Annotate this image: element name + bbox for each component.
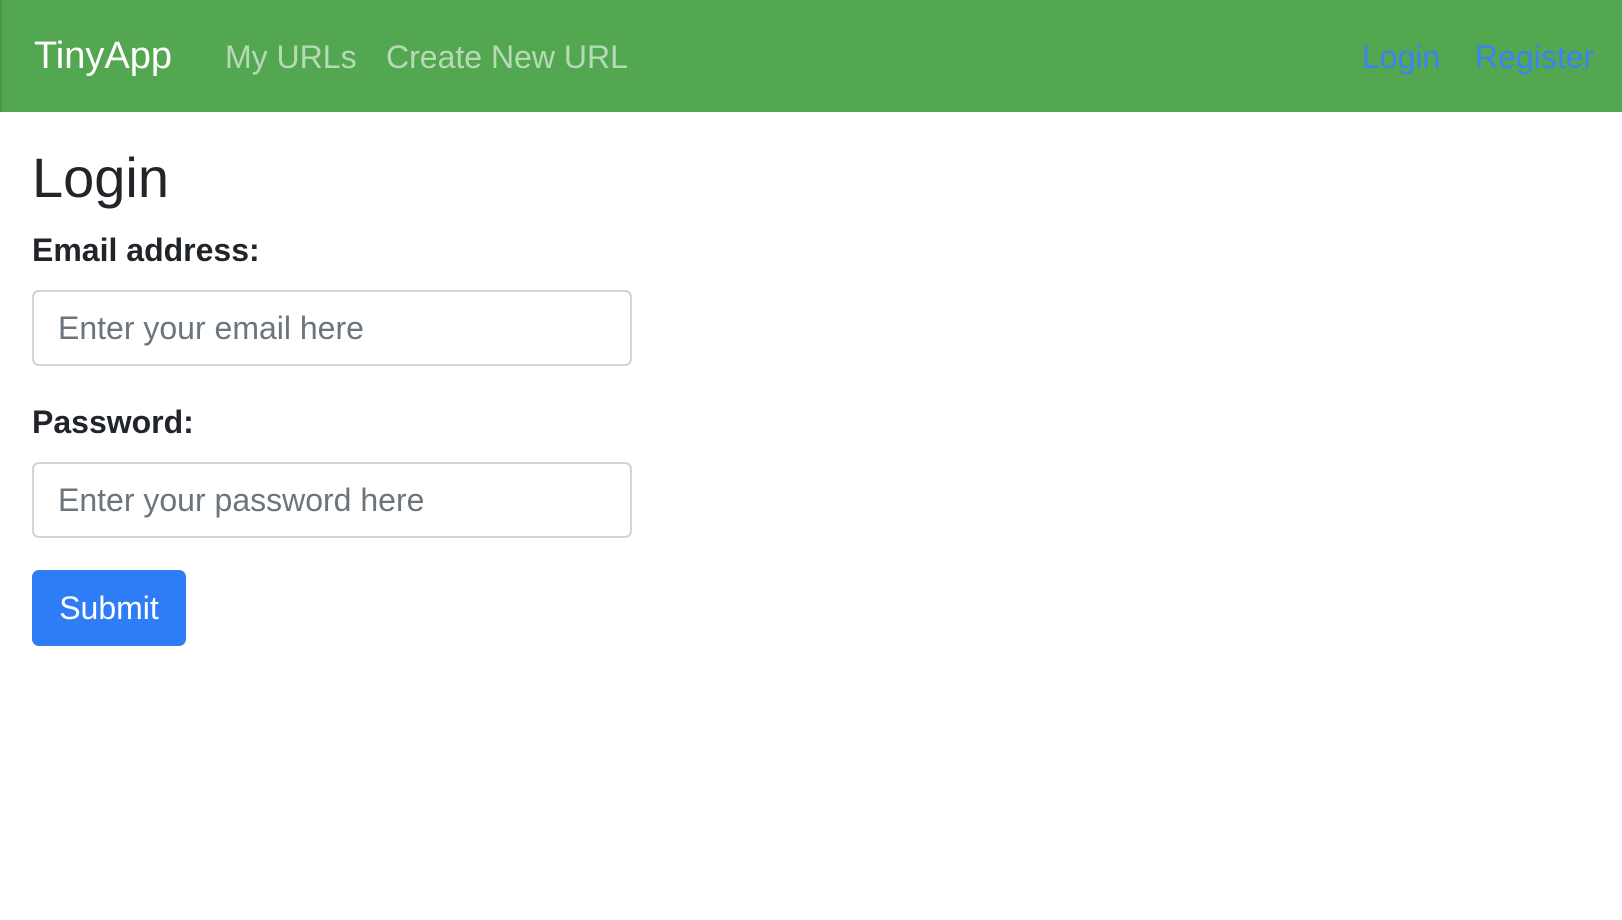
password-label: Password:: [32, 404, 194, 440]
nav-my-urls-link[interactable]: My URLs: [225, 36, 357, 78]
nav-login-link[interactable]: Login: [1362, 36, 1440, 78]
brand-link[interactable]: TinyApp: [34, 32, 172, 80]
email-label: Email address:: [32, 232, 260, 268]
nav-create-new-url-link[interactable]: Create New URL: [386, 36, 628, 78]
page-title: Login: [32, 146, 170, 209]
email-field[interactable]: [32, 290, 632, 366]
top-navbar: TinyApp My URLs Create New URL Login Reg…: [0, 0, 1622, 112]
nav-register-link[interactable]: Register: [1475, 36, 1594, 78]
password-field[interactable]: [32, 462, 632, 538]
submit-button[interactable]: Submit: [32, 570, 186, 646]
